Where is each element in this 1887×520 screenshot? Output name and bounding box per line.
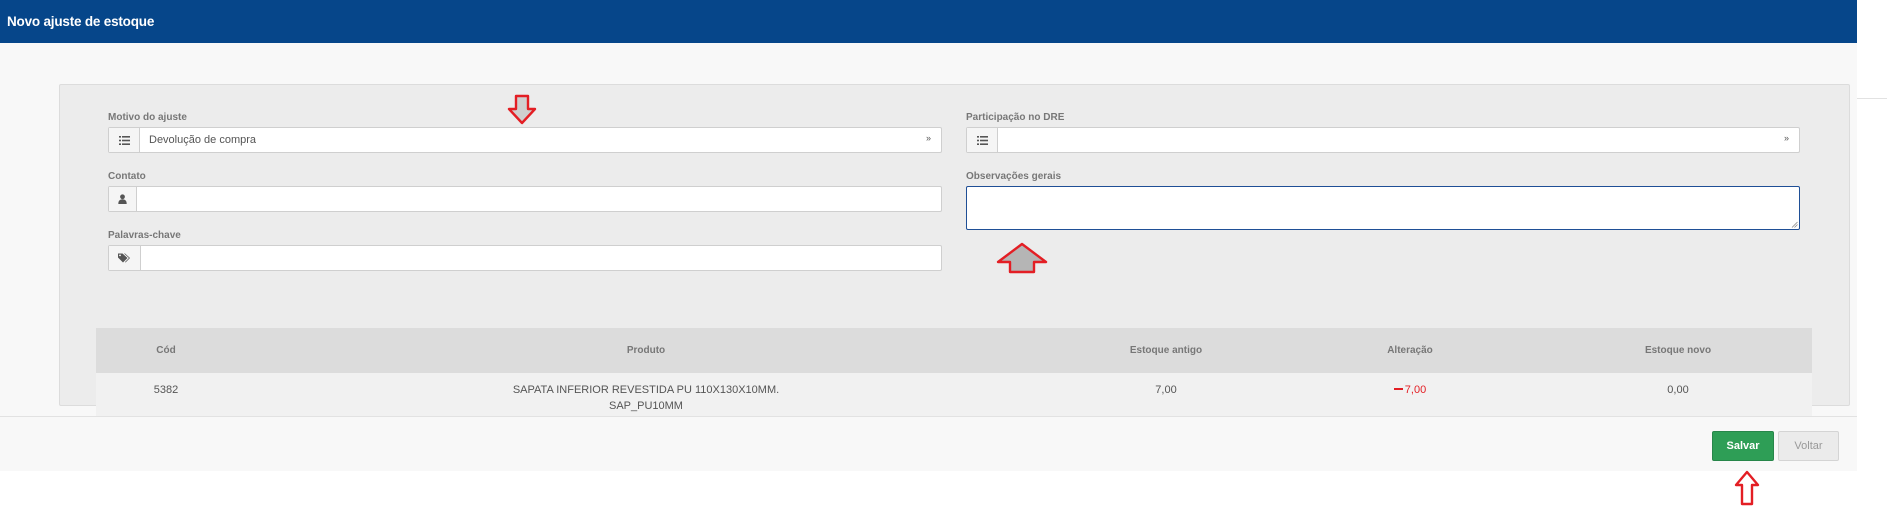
motivo-value: Devolução de compra [149,134,257,146]
list-icon [109,128,140,152]
tags-icon [109,246,141,270]
arrow-up-annotation-icon [1734,470,1760,506]
cell-alteracao: 7,00 [1276,382,1544,398]
produto-name: SAPATA INFERIOR REVESTIDA PU 110X130X10M… [512,384,780,396]
th-estoque-antigo: Estoque antigo [1129,345,1203,356]
save-button[interactable]: Salvar [1712,431,1774,461]
th-estoque-novo: Estoque novo [1644,345,1712,356]
alteracao-value: 7,00 [1404,384,1427,396]
chevron-double-down-icon: » [1783,133,1789,143]
table-header: Cód Produto Estoque antigo Alteração Est… [96,328,1812,373]
modal-header: Novo ajuste de estoque [0,0,1857,43]
modal-title: Novo ajuste de estoque [7,14,155,29]
page-background-strip [1857,0,1887,99]
th-cod: Cód [156,345,176,356]
modal-footer: Salvar Voltar [0,416,1857,471]
resize-handle-icon[interactable] [1791,221,1798,228]
minus-icon [1393,388,1403,391]
observacoes-label: Observações gerais [966,171,1062,182]
back-button[interactable]: Voltar [1778,431,1839,461]
motivo-select[interactable]: Devolução de compra » [108,127,942,153]
cell-produto: SAPATA INFERIOR REVESTIDA PU 110X130X10M… [236,382,1056,414]
modal-body: Motivo do ajuste Devolução de compra » P… [0,43,1857,424]
palavras-label: Palavras-chave [108,230,181,241]
arrow-down-annotation-icon [507,94,537,125]
participacao-label: Participação no DRE [966,112,1065,123]
observacoes-textarea[interactable] [966,186,1800,230]
chevron-double-down-icon: » [925,133,931,143]
contato-input[interactable] [108,186,942,212]
palavras-input[interactable] [108,245,942,271]
list-icon [967,128,998,152]
participacao-select[interactable]: » [966,127,1800,153]
cell-estoque-novo: 0,00 [1667,384,1689,396]
produto-sku: SAP_PU10MM [609,400,683,412]
th-alteracao: Alteração [1387,345,1433,356]
contato-label: Contato [108,171,146,182]
cell-cod: 5382 [153,384,179,396]
cell-estoque-antigo: 7,00 [1155,384,1177,396]
arrow-up-annotation-icon [996,242,1048,274]
motivo-label: Motivo do ajuste [108,112,187,123]
user-icon [109,187,137,211]
th-produto: Produto [626,345,666,356]
